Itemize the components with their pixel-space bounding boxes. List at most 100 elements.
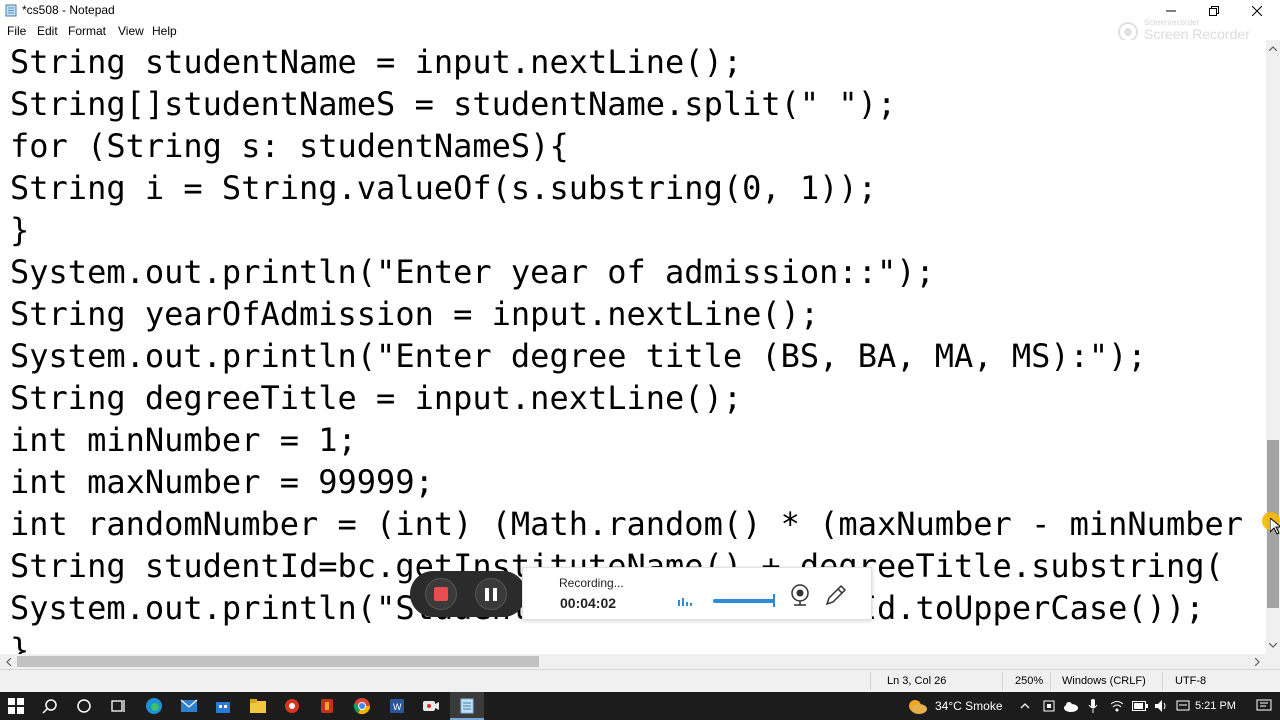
scroll-down-button[interactable] (1266, 637, 1280, 654)
menu-file[interactable]: File (7, 24, 26, 38)
status-bar: Ln 3, Col 26 250% Windows (CRLF) UTF-8 (0, 669, 1280, 692)
taskbar: W 34°C Smoke 5:21 PM (0, 692, 1280, 720)
store-icon (216, 702, 230, 713)
recording-status: Recording... (559, 576, 624, 590)
minimize-icon (1166, 10, 1176, 11)
recording-toolbar: Recording... 00:04:02 (410, 567, 872, 620)
pause-icon (485, 587, 489, 601)
menu-bar: File Edit Format View Help (0, 21, 1280, 40)
status-separator (1002, 672, 1003, 690)
code-line: } (10, 631, 30, 654)
volume-slider[interactable] (713, 599, 775, 603)
recording-panel: Recording... 00:04:02 (522, 567, 872, 620)
menu-help[interactable]: Help (152, 24, 177, 38)
clock[interactable]: 5:21 PM (1195, 700, 1236, 712)
chevron-right-icon (1255, 657, 1260, 666)
svg-text:W: W (393, 702, 402, 712)
notification-icon[interactable] (1256, 699, 1272, 713)
cursor-position: Ln 3, Col 26 (887, 675, 947, 687)
weather-text[interactable]: 34°C Smoke (935, 699, 1003, 713)
code-line: String degreeTitle = input.nextLine(); (10, 379, 743, 417)
edge-icon (146, 698, 162, 714)
chevron-left-icon (6, 657, 11, 666)
tray-app-icon[interactable] (1043, 700, 1055, 712)
cortana-icon (77, 699, 91, 713)
notepad-icon (460, 698, 474, 714)
mail-icon (180, 699, 198, 712)
pen-icon[interactable] (823, 582, 849, 608)
taskbar-notepad[interactable] (457, 696, 477, 716)
windows-start-icon (8, 698, 24, 714)
weather-icon[interactable] (906, 697, 928, 715)
word-icon: W (390, 699, 404, 713)
taskbar-cortana[interactable] (74, 696, 94, 716)
code-line: int minNumber = 1; (10, 421, 357, 459)
chevron-up-icon[interactable] (1020, 702, 1030, 709)
menu-format[interactable]: Format (68, 24, 106, 38)
code-line: for (String s: studentNameS){ (10, 127, 569, 165)
stop-recording-button[interactable] (425, 578, 457, 610)
audio-level-icon (678, 598, 692, 606)
code-line: System.out.println("Enter year of admiss… (10, 253, 935, 291)
chevron-up-icon (1269, 46, 1277, 51)
chrome-icon (353, 698, 371, 715)
scroll-left-button[interactable] (0, 654, 17, 669)
code-line: String yearOfAdmission = input.nextLine(… (10, 295, 820, 333)
code-line: String i = String.valueOf(s.substring(0,… (10, 169, 877, 207)
code-line: } (10, 211, 30, 249)
pause-icon (493, 587, 497, 601)
horizontal-scrollbar[interactable] (0, 654, 1266, 669)
scroll-right-button[interactable] (1249, 654, 1266, 669)
stop-icon (434, 587, 448, 601)
mouse-cursor-icon (1270, 518, 1280, 535)
taskbar-screen-recorder[interactable] (421, 696, 441, 716)
menu-view[interactable]: View (118, 24, 144, 38)
menu-edit[interactable]: Edit (37, 24, 58, 38)
zoom-level: 250% (1015, 675, 1044, 687)
code-line: System.out.println("Enter degree title (… (10, 337, 1147, 375)
restore-icon (1209, 5, 1219, 16)
language-icon[interactable] (1176, 700, 1190, 712)
taskbar-app-red[interactable] (282, 696, 302, 716)
search-icon (42, 699, 57, 714)
horizontal-scroll-thumb[interactable] (17, 656, 539, 667)
taskbar-mail[interactable] (179, 696, 199, 716)
battery-icon[interactable] (1132, 701, 1148, 711)
app-red-icon (285, 699, 299, 713)
code-line: int maxNumber = 99999; (10, 463, 434, 501)
taskbar-file-explorer[interactable] (248, 696, 268, 716)
taskbar-app-orange[interactable] (317, 696, 337, 716)
app-orange-icon (321, 699, 333, 713)
file-explorer-icon (250, 699, 266, 713)
text-editor[interactable]: String studentName = input.nextLine(); S… (0, 40, 1266, 654)
network-icon[interactable] (1110, 700, 1124, 712)
task-view-icon (111, 700, 125, 712)
window-title: *cs508 - Notepad (22, 3, 115, 17)
scroll-up-button[interactable] (1266, 40, 1280, 57)
taskbar-task-view[interactable] (108, 696, 128, 716)
taskbar-word[interactable]: W (387, 696, 407, 716)
status-separator (1162, 672, 1163, 690)
volume-icon[interactable] (1155, 700, 1169, 712)
status-separator (870, 672, 871, 690)
cloud-icon[interactable] (1063, 701, 1079, 712)
recording-controls (410, 571, 526, 617)
line-ending: Windows (CRLF) (1062, 675, 1146, 687)
code-line: String[]studentNameS = studentName.split… (10, 85, 897, 123)
taskbar-chrome[interactable] (352, 696, 372, 716)
taskbar-search[interactable] (40, 696, 60, 716)
vertical-scrollbar[interactable] (1266, 40, 1280, 654)
volume-slider-handle[interactable] (773, 594, 775, 607)
notepad-app-icon (5, 4, 17, 17)
screen-recorder-icon (423, 701, 439, 711)
encoding: UTF-8 (1175, 675, 1207, 687)
taskbar-edge[interactable] (144, 696, 164, 716)
start-button[interactable] (6, 696, 26, 716)
webcam-icon[interactable] (787, 582, 813, 608)
taskbar-store[interactable] (213, 696, 233, 716)
microphone-icon[interactable] (1088, 699, 1098, 713)
code-line: int randomNumber = (int) (Math.random() … (10, 505, 1243, 543)
chevron-down-icon (1269, 643, 1277, 648)
title-bar: *cs508 - Notepad (0, 0, 1280, 21)
pause-recording-button[interactable] (475, 578, 507, 610)
